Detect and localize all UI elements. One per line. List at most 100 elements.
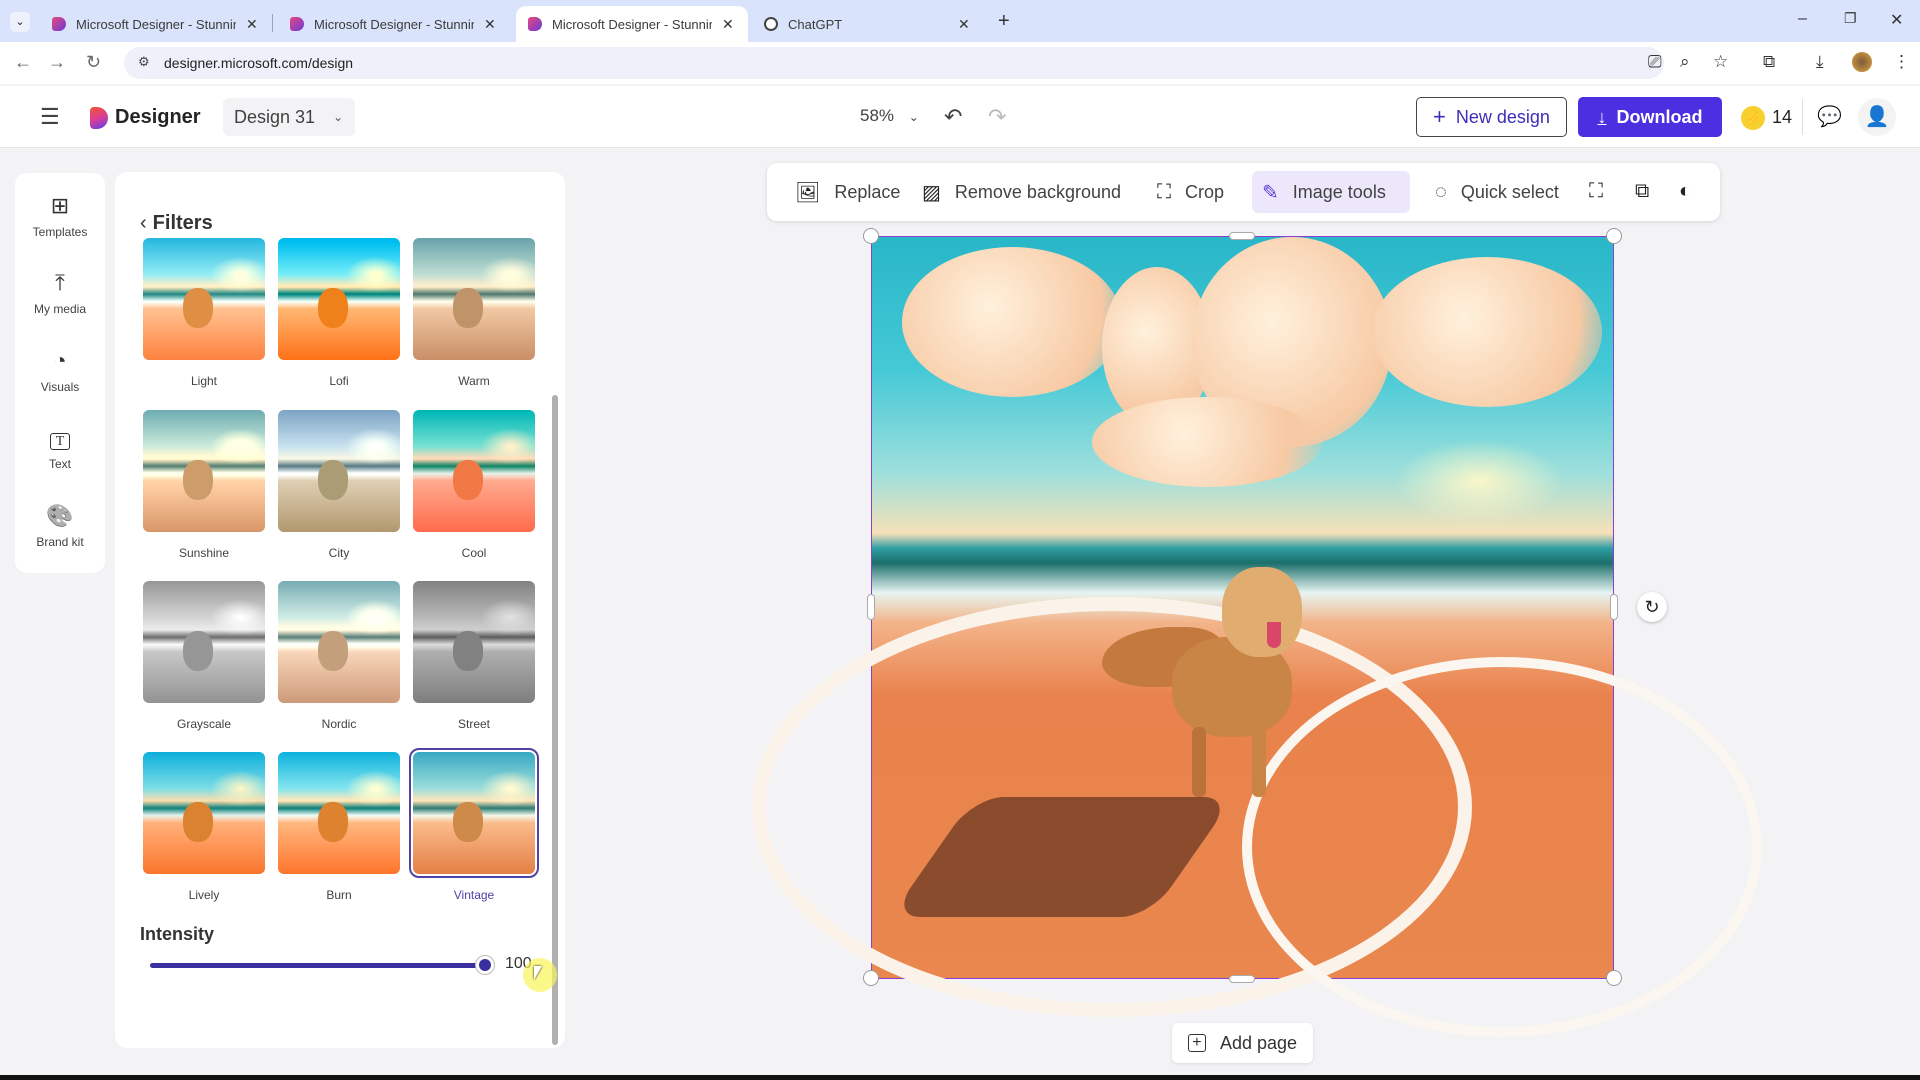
resize-handle-top[interactable] bbox=[1229, 232, 1255, 240]
resize-handle-left[interactable] bbox=[867, 594, 875, 620]
forward-icon[interactable]: → bbox=[48, 52, 66, 73]
bookmark-star-icon[interactable]: ☆ bbox=[1713, 52, 1728, 72]
dog-tongue bbox=[1267, 622, 1281, 648]
site-info-icon[interactable]: ⚙ bbox=[138, 54, 150, 70]
rail-item-templates[interactable]: ⊞ Templates bbox=[15, 191, 105, 239]
tab-title: Microsoft Designer - Stunning designs bbox=[314, 16, 474, 32]
credits-coin-icon[interactable]: ⚡ bbox=[1741, 106, 1765, 130]
extensions-icon[interactable]: ⧉ bbox=[1763, 52, 1775, 72]
frame-icon[interactable]: ⛶ bbox=[1589, 180, 1603, 203]
filter-thumbnail-nordic[interactable] bbox=[278, 581, 400, 703]
close-tab-icon[interactable]: ✕ bbox=[246, 16, 258, 33]
resize-handle-top-left[interactable] bbox=[863, 228, 879, 244]
mouse-cursor bbox=[523, 958, 557, 992]
tab-search-button[interactable]: ⌄ bbox=[10, 12, 30, 32]
remove-background-button[interactable]: ▨ Remove background bbox=[912, 171, 1131, 213]
filters-back-button[interactable]: ‹ Filters bbox=[140, 212, 213, 235]
filter-thumbnail-cool[interactable] bbox=[413, 410, 535, 532]
new-tab-button[interactable]: + bbox=[998, 10, 1010, 33]
rail-item-visuals[interactable]: ◔ Visuals bbox=[15, 346, 105, 394]
adjust-contrast-icon[interactable]: ◐ bbox=[1679, 180, 1691, 203]
browser-tab-3-active[interactable]: Microsoft Designer - Stunning designs ✕ bbox=[516, 6, 748, 42]
close-tab-icon[interactable]: ✕ bbox=[484, 16, 496, 33]
zoom-value: 58% bbox=[860, 106, 895, 125]
blur-background-icon[interactable]: ⧉ bbox=[1635, 180, 1649, 203]
panel-scrollbar[interactable] bbox=[552, 395, 558, 1045]
header-divider bbox=[1802, 99, 1803, 135]
resize-handle-bottom-left[interactable] bbox=[863, 970, 879, 986]
filter-thumbnail-vintage[interactable] bbox=[409, 748, 539, 878]
filter-thumbnail-light[interactable] bbox=[143, 238, 265, 360]
rail-item-my-media[interactable]: ⤒ My media bbox=[15, 268, 105, 316]
browser-tab-4[interactable]: ChatGPT ✕ bbox=[752, 6, 982, 42]
design-name-dropdown[interactable]: Design 31 ⌄ bbox=[223, 98, 355, 136]
reload-icon[interactable]: ↻ bbox=[86, 52, 101, 73]
download-button[interactable]: ↓ Download bbox=[1578, 97, 1722, 137]
resize-handle-top-right[interactable] bbox=[1606, 228, 1622, 244]
remove-background-label: Remove background bbox=[954, 181, 1122, 202]
canvas-image[interactable] bbox=[752, 236, 1762, 1037]
app-name[interactable]: Designer bbox=[115, 106, 201, 129]
plus-icon: + bbox=[1433, 104, 1446, 129]
close-window-button[interactable]: ✕ bbox=[1890, 10, 1903, 30]
resize-handle-bottom-right[interactable] bbox=[1606, 970, 1622, 986]
resize-handle-bottom[interactable] bbox=[1229, 975, 1255, 983]
intensity-slider-handle[interactable] bbox=[475, 955, 495, 975]
filter-label: Lofi bbox=[329, 374, 349, 388]
rail-label: Text bbox=[48, 457, 71, 471]
rail-item-text[interactable]: T Text bbox=[15, 423, 105, 471]
intensity-slider-track[interactable] bbox=[150, 963, 485, 968]
back-icon[interactable]: ← bbox=[14, 52, 32, 73]
crop-button[interactable]: ⛶ Crop bbox=[1147, 171, 1234, 213]
new-design-button[interactable]: + New design bbox=[1416, 97, 1567, 137]
zoom-icon[interactable]: ⌕ bbox=[1680, 52, 1690, 72]
quick-select-button[interactable]: ◌ Quick select bbox=[1425, 171, 1569, 213]
install-app-icon[interactable]: ⎚ bbox=[1648, 52, 1662, 72]
downloads-icon[interactable]: ⤓ bbox=[1816, 52, 1824, 72]
resize-handle-right[interactable] bbox=[1610, 594, 1618, 620]
rail-label: Brand kit bbox=[36, 535, 84, 549]
browser-tab-1[interactable]: Microsoft Designer - Stunning designs ✕ bbox=[40, 6, 270, 42]
dog-leg bbox=[1192, 727, 1206, 797]
upload-icon: ⤒ bbox=[55, 270, 65, 295]
filter-thumbnail-grayscale[interactable] bbox=[143, 581, 265, 703]
crop-label: Crop bbox=[1185, 181, 1225, 202]
browser-tab-2[interactable]: Microsoft Designer - Stunning designs ✕ bbox=[278, 6, 508, 42]
url-input[interactable]: ⚙ designer.microsoft.com/design bbox=[124, 47, 1664, 79]
filter-thumbnail-burn[interactable] bbox=[278, 752, 400, 874]
designer-favicon bbox=[290, 17, 304, 31]
intensity-slider-fill bbox=[150, 963, 485, 968]
close-tab-icon[interactable]: ✕ bbox=[722, 16, 734, 33]
rail-label: Templates bbox=[32, 225, 88, 239]
filter-thumbnail-city[interactable] bbox=[278, 410, 400, 532]
filter-thumbnail-lofi[interactable] bbox=[278, 238, 400, 360]
browser-menu-icon[interactable]: ⋮ bbox=[1893, 52, 1910, 72]
url-text: designer.microsoft.com/design bbox=[164, 55, 354, 71]
undo-icon[interactable]: ↶ bbox=[944, 104, 962, 130]
image-icon: 🖼 bbox=[795, 181, 821, 204]
minimize-button[interactable]: – bbox=[1798, 10, 1807, 28]
feedback-icon[interactable]: 💬 bbox=[1817, 104, 1842, 129]
cloud-shape bbox=[1372, 257, 1602, 407]
rotate-icon[interactable]: ↻ bbox=[1637, 592, 1667, 622]
replace-button[interactable]: 🖼 Replace bbox=[785, 171, 910, 213]
text-icon: T bbox=[15, 423, 105, 453]
filter-thumbnail-sunshine[interactable] bbox=[143, 410, 265, 532]
filter-thumbnail-warm[interactable] bbox=[413, 238, 535, 360]
close-tab-icon[interactable]: ✕ bbox=[958, 16, 970, 33]
redo-icon[interactable]: ↷ bbox=[988, 104, 1006, 130]
image-tools-button[interactable]: ✎ Image tools bbox=[1252, 171, 1410, 213]
rail-item-brand-kit[interactable]: 🎨 Brand kit bbox=[15, 501, 105, 549]
thumbnail-dog bbox=[183, 460, 213, 500]
filter-thumbnail-street[interactable] bbox=[413, 581, 535, 703]
dog-figure bbox=[1102, 567, 1302, 797]
hamburger-menu-icon[interactable]: ☰ bbox=[40, 104, 60, 130]
designer-favicon bbox=[52, 17, 66, 31]
thumbnail-dog bbox=[453, 288, 483, 328]
filter-thumbnail-lively[interactable] bbox=[143, 752, 265, 874]
restore-button[interactable]: ❐ bbox=[1844, 10, 1857, 27]
add-page-button[interactable]: + Add page bbox=[1172, 1023, 1313, 1063]
profile-avatar[interactable] bbox=[1852, 52, 1872, 72]
account-icon[interactable]: 👤 bbox=[1858, 98, 1896, 136]
zoom-dropdown[interactable]: 58% ⌄ bbox=[860, 106, 919, 126]
